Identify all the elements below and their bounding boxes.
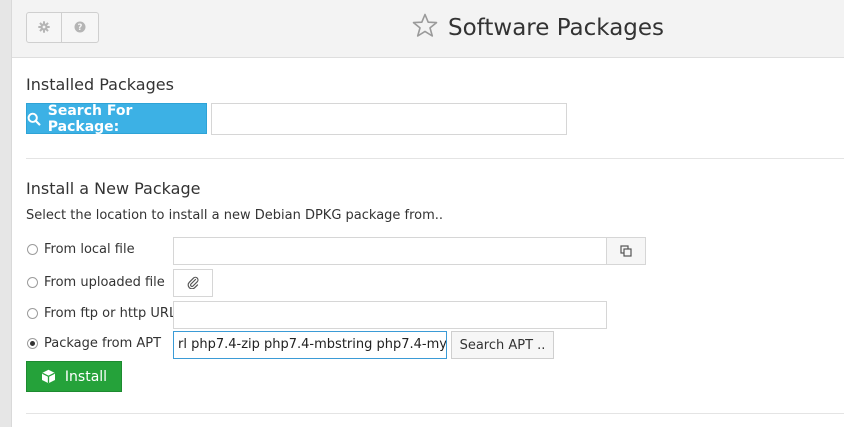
svg-text:?: ? [78, 23, 83, 33]
header-button-group: ? [26, 12, 99, 43]
install-label: Install [64, 368, 108, 385]
source-local-file-option[interactable]: From local file [27, 242, 135, 257]
left-edge-strip [0, 0, 12, 427]
source-local-file-label: From local file [44, 242, 135, 257]
radio-apt[interactable] [27, 338, 38, 349]
source-url-label: From ftp or http URL [44, 306, 177, 321]
source-url-option[interactable]: From ftp or http URL [27, 306, 176, 321]
source-uploaded-file-option[interactable]: From uploaded file [27, 275, 165, 290]
installed-packages-heading: Installed Packages [26, 75, 174, 94]
copy-icon [620, 242, 632, 261]
gear-icon [38, 18, 50, 37]
install-button[interactable]: Install [26, 361, 122, 392]
paperclip-icon [187, 274, 199, 293]
radio-url[interactable] [27, 308, 38, 319]
page-title: Software Packages [412, 13, 664, 42]
source-uploaded-file-label: From uploaded file [44, 275, 165, 290]
help-button[interactable]: ? [61, 12, 99, 43]
file-chooser-button[interactable] [606, 237, 646, 265]
module-config-button[interactable] [26, 12, 62, 43]
apt-package-input[interactable]: rl php7.4-zip php7.4-mbstring php7.4-mys… [173, 331, 447, 359]
upload-file-button[interactable] [173, 269, 213, 297]
local-file-path-input[interactable] [173, 237, 607, 265]
source-apt-label: Package from APT [44, 336, 162, 351]
help-icon: ? [74, 18, 86, 37]
search-icon [27, 112, 41, 126]
package-icon [41, 369, 55, 384]
search-for-package-label: Search For Package: [47, 102, 133, 135]
section-divider-bottom [26, 413, 844, 414]
page-header: ? Software Packages [12, 0, 844, 58]
page-title-text: Software Packages [448, 14, 665, 41]
star-icon[interactable] [412, 13, 438, 42]
search-apt-button[interactable]: Search APT .. [451, 331, 554, 359]
radio-local-file[interactable] [27, 244, 38, 255]
install-description: Select the location to install a new Deb… [26, 208, 444, 223]
search-for-package-button[interactable]: Search For Package: [26, 102, 207, 135]
url-input[interactable] [173, 301, 607, 329]
apt-package-value: rl php7.4-zip php7.4-mbstring php7.4-mys… [178, 337, 447, 352]
install-new-package-heading: Install a New Package [26, 179, 201, 198]
section-divider [26, 158, 844, 159]
radio-uploaded-file[interactable] [27, 277, 38, 288]
package-search-input[interactable] [211, 103, 567, 135]
source-apt-option[interactable]: Package from APT [27, 336, 161, 351]
